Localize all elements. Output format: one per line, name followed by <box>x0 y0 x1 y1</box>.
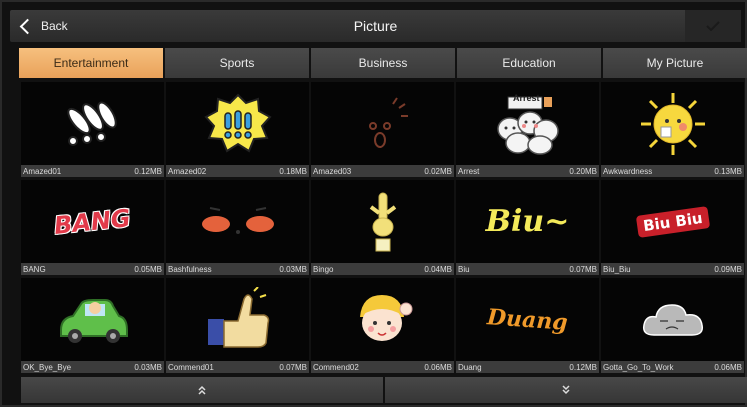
surprised-face-icon <box>368 96 408 148</box>
chevron-left-icon <box>19 18 36 34</box>
exclamation-bubble-icon <box>203 93 272 152</box>
picture-screen: Back Picture Entertainment Sports Busine… <box>0 0 747 407</box>
title-bar: Back Picture <box>10 10 741 42</box>
picture-tile[interactable]: Awkwardness 0.13MB <box>601 82 744 177</box>
picture-name: Bashfulness <box>168 264 212 274</box>
picture-tile[interactable]: Biu Biu Biu_Biu 0.09MB <box>601 180 744 275</box>
picture-size: 0.13MB <box>714 166 742 176</box>
picture-name: Awkwardness <box>603 166 653 176</box>
picture-tile[interactable]: Amazed02 0.18MB <box>166 82 309 177</box>
picture-tile[interactable]: Bingo 0.04MB <box>311 180 454 275</box>
picture-grid: Amazed01 0.12MB Amazed02 0.18MB Amazed03… <box>21 82 747 373</box>
picture-size: 0.12MB <box>569 362 597 372</box>
tab-sports[interactable]: Sports <box>165 48 309 78</box>
picture-name: Amazed02 <box>168 166 207 176</box>
pager <box>21 377 747 403</box>
picture-size: 0.02MB <box>424 166 452 176</box>
exclamation-marks-icon <box>66 101 117 146</box>
picture-name: Biu <box>458 264 470 274</box>
picture-name: Commend02 <box>313 362 359 372</box>
picture-name: Duang <box>458 362 482 372</box>
tab-education[interactable]: Education <box>457 48 601 78</box>
cloud-sad-icon <box>642 303 703 336</box>
awkward-sun-icon <box>640 92 705 155</box>
picture-size: 0.07MB <box>569 264 597 274</box>
picture-name: Commend01 <box>168 362 214 372</box>
picture-name: BANG <box>23 264 46 274</box>
picture-name: Biu_Biu <box>603 264 631 274</box>
picture-size: 0.04MB <box>424 264 452 274</box>
picture-name: Arrest <box>458 166 480 176</box>
picture-tile[interactable]: Commend02 0.06MB <box>311 278 454 373</box>
picture-tile[interactable]: Arrest Arrest 0.20MB <box>456 82 599 177</box>
picture-name: Bingo <box>313 264 334 274</box>
tab-business[interactable]: Business <box>311 48 455 78</box>
picture-name: OK_Bye_Bye <box>23 362 72 372</box>
picture-size: 0.05MB <box>134 264 162 274</box>
girl-thumbs-up-icon <box>359 294 412 341</box>
checkmark-icon <box>706 21 720 31</box>
page-up-button[interactable] <box>21 377 383 403</box>
picture-size: 0.18MB <box>279 166 307 176</box>
picture-tile[interactable]: OK_Bye_Bye 0.03MB <box>21 278 164 373</box>
blushing-face-icon <box>201 206 274 234</box>
picture-size: 0.06MB <box>714 362 742 372</box>
picture-tile[interactable]: Gotta_Go_To_Work 0.06MB <box>601 278 744 373</box>
picture-size: 0.03MB <box>279 264 307 274</box>
biu-biu-text-icon: Biu Biu <box>635 205 710 238</box>
thumbs-up-icon <box>207 286 269 348</box>
picture-tile[interactable]: Bashfulness 0.03MB <box>166 180 309 275</box>
picture-tile[interactable]: Amazed01 0.12MB <box>21 82 164 177</box>
back-button[interactable]: Back <box>18 10 68 42</box>
picture-size: 0.20MB <box>569 166 597 176</box>
page-title: Picture <box>353 18 398 34</box>
biu-text-icon: Biu~ <box>485 204 570 239</box>
picture-name: Gotta_Go_To_Work <box>603 362 674 372</box>
duang-text-icon: Duang <box>486 303 569 336</box>
picture-size: 0.06MB <box>424 362 452 372</box>
bingo-hand-icon <box>369 192 396 251</box>
picture-name: Amazed01 <box>23 166 62 176</box>
car-wave-icon <box>59 298 128 343</box>
page-down-button[interactable] <box>385 377 747 403</box>
picture-size: 0.12MB <box>134 166 162 176</box>
arrest-sign-text: Arrest <box>513 93 540 103</box>
double-chevron-up-icon <box>198 385 206 395</box>
picture-tile[interactable]: BANG BANG 0.05MB <box>21 180 164 275</box>
picture-name: Amazed03 <box>313 166 352 176</box>
confirm-button[interactable] <box>685 10 741 42</box>
tab-my-picture[interactable]: My Picture <box>603 48 747 78</box>
bang-text-icon: BANG <box>52 203 133 240</box>
picture-tile[interactable]: Duang Duang 0.12MB <box>456 278 599 373</box>
picture-size: 0.07MB <box>279 362 307 372</box>
picture-tile[interactable]: Commend01 0.07MB <box>166 278 309 373</box>
picture-size: 0.03MB <box>134 362 162 372</box>
tab-entertainment[interactable]: Entertainment <box>19 48 163 78</box>
category-tabs: Entertainment Sports Business Education … <box>19 48 747 78</box>
picture-tile[interactable]: Amazed03 0.02MB <box>311 82 454 177</box>
double-chevron-down-icon <box>562 385 570 395</box>
back-label: Back <box>41 19 68 33</box>
picture-size: 0.09MB <box>714 264 742 274</box>
picture-tile[interactable]: Biu~ Biu 0.07MB <box>456 180 599 275</box>
